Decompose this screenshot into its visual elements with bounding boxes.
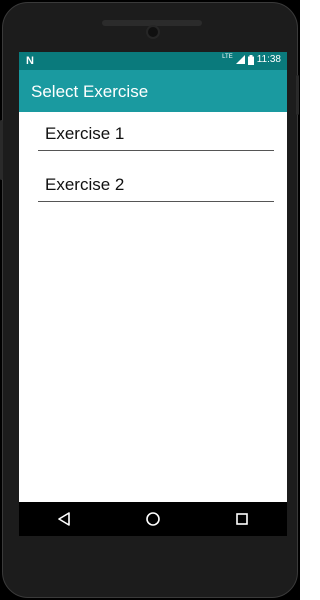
phone-frame: N LTE 11:38 Select Exercise Exercise 1 E… (0, 0, 300, 600)
recents-icon (236, 513, 249, 525)
home-button[interactable] (141, 507, 165, 531)
front-camera (148, 27, 158, 37)
list-item-exercise-2[interactable]: Exercise 2 (38, 165, 274, 202)
clock: 11:38 (256, 54, 281, 65)
status-bar: N LTE 11:38 (19, 52, 287, 70)
power-button[interactable] (296, 75, 299, 115)
navigation-bar (19, 502, 287, 536)
signal-icon (235, 55, 245, 64)
list-item-label: Exercise 1 (45, 124, 125, 143)
back-button[interactable] (52, 507, 76, 531)
lte-label: LTE (222, 53, 233, 60)
list-item-label: Exercise 2 (45, 175, 125, 194)
exercise-list: Exercise 1 Exercise 2 (19, 112, 287, 492)
app-title: Select Exercise (31, 82, 149, 101)
back-icon (57, 512, 70, 526)
app-bar: Select Exercise (19, 70, 287, 112)
list-item-exercise-1[interactable]: Exercise 1 (38, 114, 274, 151)
notification-n-icon: N (26, 55, 34, 67)
phone-body: N LTE 11:38 Select Exercise Exercise 1 E… (2, 2, 298, 598)
screen: N LTE 11:38 Select Exercise Exercise 1 E… (19, 52, 287, 536)
status-icons: LTE 11:38 (222, 53, 281, 66)
recents-button[interactable] (230, 507, 254, 531)
volume-button[interactable] (0, 120, 3, 180)
home-icon (146, 512, 160, 526)
earpiece (102, 20, 202, 26)
battery-icon (247, 54, 254, 65)
